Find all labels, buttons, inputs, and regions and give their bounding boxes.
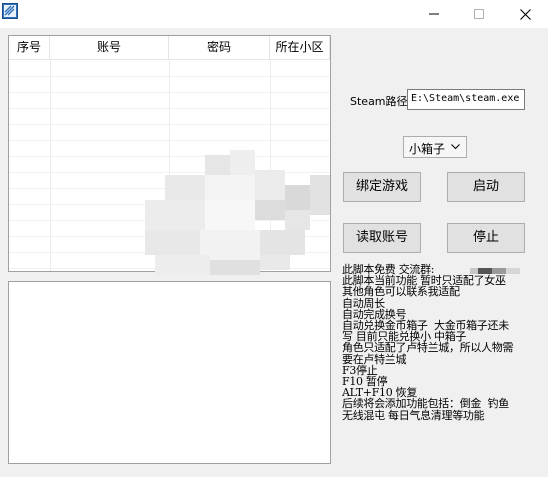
column-header-region[interactable]: 所在小区 — [270, 36, 330, 60]
maximize-button[interactable] — [456, 0, 502, 28]
column-header-index[interactable]: 序号 — [9, 36, 50, 60]
column-header-password[interactable]: 密码 — [169, 36, 270, 60]
bind-game-button[interactable]: 绑定游戏 — [343, 172, 421, 202]
maximize-icon — [474, 9, 484, 19]
close-icon — [519, 8, 531, 20]
note-line: 其他角色可以联系我适配 — [342, 285, 460, 299]
note-line: 无线混屯 每日气息清理等功能 — [342, 408, 485, 422]
steam-path-input[interactable]: E:\Steam\steam.exe — [407, 89, 525, 110]
note-line: 后续将会添加功能包括：倒金 钓鱼 — [342, 397, 509, 411]
row-divider — [9, 140, 330, 141]
minimize-icon — [429, 13, 439, 15]
box-size-selected: 小箱子 — [409, 142, 446, 156]
log-textarea[interactable] — [8, 281, 331, 464]
row-divider — [9, 76, 330, 77]
minimize-button[interactable] — [411, 0, 457, 28]
app-icon — [2, 3, 18, 19]
row-divider — [9, 124, 330, 125]
title-bar — [0, 0, 548, 28]
note-line: 角色只适配了卢特兰城，所以人物需 — [342, 341, 514, 355]
chevron-down-icon — [451, 144, 460, 150]
box-size-select[interactable]: 小箱子 — [403, 136, 467, 158]
row-divider — [9, 92, 330, 93]
close-button[interactable] — [502, 0, 548, 28]
redaction-mosaic — [145, 150, 330, 275]
read-account-button[interactable]: 读取账号 — [343, 223, 421, 253]
row-divider — [9, 108, 330, 109]
stop-button[interactable]: 停止 — [447, 223, 525, 253]
redaction-bar — [470, 268, 520, 274]
info-notes: 此脚本免费 交流群: 此脚本当前功能 暂时只适配了女巫 其他角色可以联系我适配 自动周… — [342, 264, 542, 421]
start-button[interactable]: 启动 — [447, 172, 525, 202]
column-header-account[interactable]: 账号 — [50, 36, 169, 60]
table-header: 序号 账号 密码 所在小区 — [9, 36, 330, 60]
steam-path-label: Steam路径 — [350, 95, 408, 108]
